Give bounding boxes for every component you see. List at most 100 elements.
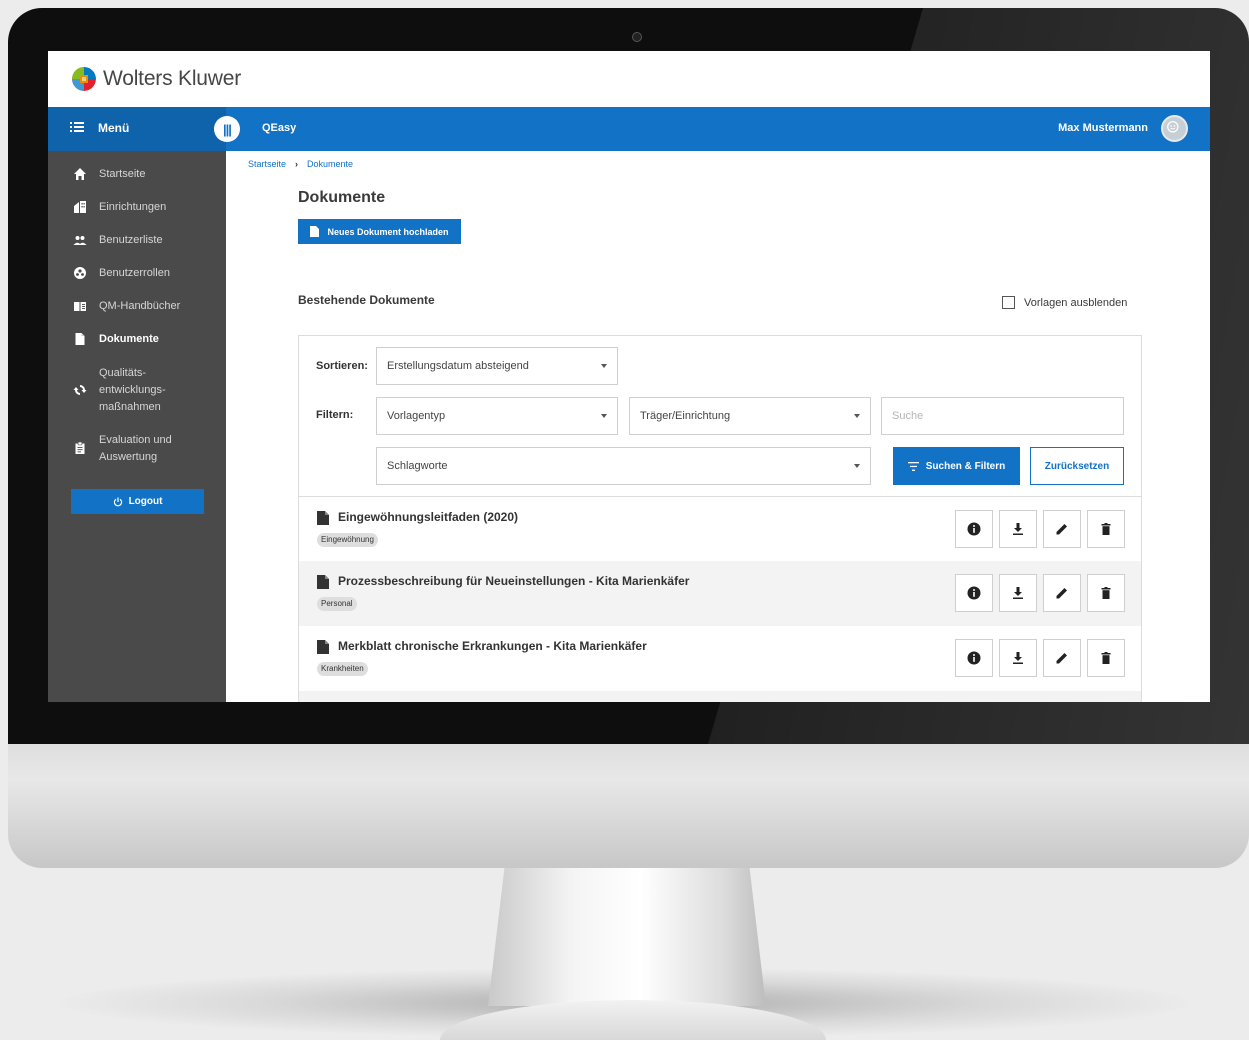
download-button[interactable] <box>999 574 1037 612</box>
sidebar-item-qualitaetsentwicklung[interactable]: Qualitäts- entwicklungs- maßnahmen <box>48 365 226 416</box>
reset-button[interactable]: Zurücksetzen <box>1030 447 1124 485</box>
sidebar-toggle-button[interactable]: ||| <box>214 116 240 142</box>
monitor-stand <box>488 866 766 1006</box>
sort-select[interactable]: Erstellungsdatum absteigend <box>376 347 618 385</box>
breadcrumb-current[interactable]: Dokumente <box>307 159 353 169</box>
hide-templates-checkbox[interactable]: Vorlagen ausblenden <box>1002 296 1127 309</box>
screen: Wolters Kluwer Menü ||| QEasy Max Muster… <box>48 51 1210 702</box>
download-icon <box>1013 652 1023 664</box>
edit-button[interactable] <box>1043 510 1081 548</box>
download-icon <box>1013 587 1023 599</box>
keywords-select[interactable]: Schlagworte <box>376 447 871 485</box>
document-icon <box>75 333 85 345</box>
document-row[interactable]: Merkblatt chronische Erkrankungen - Kita… <box>298 626 1142 691</box>
checkbox-box[interactable] <box>1002 296 1015 309</box>
people-icon <box>73 236 87 245</box>
logout-button[interactable]: Logout <box>71 489 204 514</box>
sidebar-item-dokumente[interactable]: Dokumente <box>48 331 226 348</box>
sidebar-item-benutzerrollen[interactable]: Benutzerrollen <box>48 265 226 282</box>
delete-button[interactable] <box>1087 639 1125 677</box>
delete-icon <box>1101 587 1111 599</box>
breadcrumb-separator: › <box>295 159 299 169</box>
monitor-chin <box>8 742 1249 868</box>
sidebar-item-label: Benutzerliste <box>99 234 163 246</box>
label-line: Evaluation und <box>99 434 172 446</box>
sidebar-item-einrichtungen[interactable]: Einrichtungen <box>48 199 226 216</box>
document-icon <box>317 640 329 654</box>
menu-label: Menü <box>98 121 130 135</box>
avatar[interactable] <box>1161 115 1188 142</box>
info-icon <box>967 586 981 600</box>
sidebar-item-label: Startseite <box>99 168 146 180</box>
breadcrumb-link-startseite[interactable]: Startseite <box>248 159 286 169</box>
document-icon <box>317 575 329 589</box>
document-row[interactable]: Eingewöhnungsleitfaden (2020) Eingewöhnu… <box>298 496 1142 561</box>
document-tag[interactable]: Personal <box>317 597 357 611</box>
download-button[interactable] <box>999 510 1037 548</box>
row-actions <box>955 510 1125 548</box>
sidebar-item-label: Evaluation und Auswertung <box>99 432 172 466</box>
document-tag[interactable]: Eingewöhnung <box>317 533 378 547</box>
chevron-down-icon <box>601 364 607 368</box>
search-filter-label: Suchen & Filtern <box>925 460 1006 472</box>
sidebar-item-label: Benutzerrollen <box>99 267 170 279</box>
upload-label: Neues Dokument hochladen <box>327 226 449 237</box>
section-title: Bestehende Dokumente <box>298 293 435 307</box>
document-tag[interactable]: Krankheiten <box>317 662 368 676</box>
book-icon <box>74 302 86 311</box>
template-type-select[interactable]: Vorlagentyp <box>376 397 618 435</box>
provider-select[interactable]: Träger/Einrichtung <box>629 397 871 435</box>
sidebar-item-evaluation[interactable]: Evaluation und Auswertung <box>48 432 226 466</box>
sidebar-item-startseite[interactable]: Startseite <box>48 166 226 183</box>
info-button[interactable] <box>955 639 993 677</box>
label-line: maßnahmen <box>99 401 161 413</box>
home-icon <box>74 168 86 180</box>
info-button[interactable] <box>955 510 993 548</box>
search-filter-button[interactable]: Suchen & Filtern <box>893 447 1020 485</box>
upload-document-button[interactable]: Neues Dokument hochladen <box>298 219 461 244</box>
document-row-partial <box>298 691 1142 702</box>
chevron-down-icon <box>854 414 860 418</box>
delete-button[interactable] <box>1087 574 1125 612</box>
edit-button[interactable] <box>1043 639 1081 677</box>
menu-button[interactable]: Menü <box>48 107 226 151</box>
sidebar-item-label: QM-Handbücher <box>99 300 181 312</box>
label-line: Qualitäts- <box>99 367 147 379</box>
info-button[interactable] <box>955 574 993 612</box>
sidebar-item-label: Qualitäts- entwicklungs- maßnahmen <box>99 365 166 416</box>
main-content: Startseite › Dokumente Dokumente Neues D… <box>226 151 1210 702</box>
sidebar-item-qm-handbuecher[interactable]: QM-Handbücher <box>48 298 226 315</box>
edit-button[interactable] <box>1043 574 1081 612</box>
document-title[interactable]: Eingewöhnungsleitfaden (2020) <box>338 510 518 524</box>
sidebar-item-benutzerliste[interactable]: Benutzerliste <box>48 232 226 249</box>
user-name[interactable]: Max Mustermann <box>1058 122 1148 134</box>
filter-label: Filtern: <box>316 409 354 421</box>
camera-icon <box>632 32 642 42</box>
label-line: entwicklungs- <box>99 384 166 396</box>
template-type-value: Vorlagentyp <box>387 410 446 422</box>
document-icon <box>317 511 329 525</box>
app-bar: Menü ||| QEasy Max Mustermann <box>48 107 1210 151</box>
search-input[interactable] <box>881 397 1124 435</box>
document-icon <box>310 226 320 237</box>
edit-icon <box>1056 524 1067 535</box>
breadcrumb: Startseite › Dokumente <box>248 159 353 169</box>
brand-name: Wolters Kluwer <box>103 67 242 90</box>
sidebar-item-label: Dokumente <box>99 333 159 345</box>
provider-value: Träger/Einrichtung <box>640 410 731 422</box>
keywords-value: Schlagworte <box>387 460 448 472</box>
document-title[interactable]: Prozessbeschreibung für Neueinstellungen… <box>338 574 689 588</box>
download-button[interactable] <box>999 639 1037 677</box>
page-title: Dokumente <box>298 189 386 206</box>
power-icon <box>113 497 122 506</box>
row-actions <box>955 639 1125 677</box>
row-actions <box>955 574 1125 612</box>
delete-button[interactable] <box>1087 510 1125 548</box>
document-title[interactable]: Merkblatt chronische Erkrankungen - Kita… <box>338 639 647 653</box>
sidebar: Startseite Einrichtungen Benutzerliste B… <box>48 151 226 702</box>
info-icon <box>967 522 981 536</box>
document-row[interactable]: Prozessbeschreibung für Neueinstellungen… <box>298 561 1142 626</box>
sort-label: Sortieren: <box>316 360 368 372</box>
hamburger-icon <box>70 122 84 132</box>
edit-icon <box>1056 588 1067 599</box>
